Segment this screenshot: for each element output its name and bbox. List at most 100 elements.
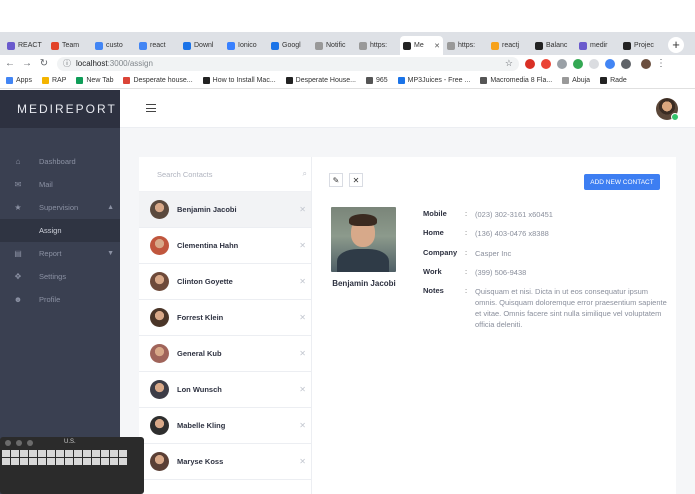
bookmark-item[interactable]: Rade — [600, 76, 627, 84]
contact-list-item[interactable]: Lon Wunsch ✕ — [139, 372, 311, 408]
bookmark-item[interactable]: Abuja — [562, 76, 590, 84]
keyboard-key[interactable] — [74, 450, 82, 457]
more-menu-icon[interactable]: ⋮ — [654, 58, 668, 69]
keyboard-key[interactable] — [11, 450, 19, 457]
sidebar-item-settings[interactable]: ✥ Settings — [0, 265, 120, 288]
keyboard-key[interactable] — [47, 458, 55, 465]
sidebar-item-dashboard[interactable]: ⌂ Dashboard — [0, 150, 120, 173]
keyboard-key[interactable] — [110, 458, 118, 465]
extension-icon[interactable] — [541, 58, 551, 69]
sidebar-item-profile[interactable]: ☻ Profile — [0, 288, 120, 311]
keyboard-key[interactable] — [2, 458, 10, 465]
add-new-contact-button[interactable]: ADD NEW CONTACT — [584, 174, 660, 190]
keyboard-key[interactable] — [11, 458, 19, 465]
info-icon[interactable]: ⓘ — [63, 58, 71, 69]
keyboard-key[interactable] — [56, 458, 64, 465]
keyboard-key[interactable] — [92, 450, 100, 457]
browser-tab[interactable]: Googl — [268, 36, 311, 55]
browser-tab[interactable]: Notific — [312, 36, 355, 55]
extension-icon[interactable] — [605, 58, 615, 69]
keyboard-key[interactable] — [47, 450, 55, 457]
extension-icon[interactable] — [525, 58, 535, 69]
browser-tab[interactable]: REACT — [4, 36, 47, 55]
browser-tab[interactable]: Balanc — [532, 36, 575, 55]
url-input[interactable]: ⓘ localhost :3000/assign ☆ — [57, 56, 519, 71]
new-tab-button[interactable]: + — [668, 37, 684, 53]
keyboard-key[interactable] — [110, 450, 118, 457]
window-close-icon[interactable] — [5, 440, 11, 446]
keyboard-key[interactable] — [119, 450, 127, 457]
remove-contact-icon[interactable]: ✕ — [299, 241, 306, 250]
contact-list-item[interactable]: Mabelle Kling ✕ — [139, 408, 311, 444]
bookmark-item[interactable]: 965 — [365, 76, 388, 84]
remove-contact-icon[interactable]: ✕ — [299, 421, 306, 430]
contact-list-item[interactable]: Benjamin Jacobi ✕ — [139, 192, 311, 228]
remove-contact-icon[interactable]: ✕ — [299, 349, 306, 358]
browser-tab[interactable]: https: — [356, 36, 399, 55]
bookmark-item[interactable]: New Tab — [76, 76, 113, 84]
browser-tab[interactable]: https: — [444, 36, 487, 55]
reload-icon[interactable]: ↻ — [37, 58, 51, 69]
sidebar-item-supervision[interactable]: ★ Supervision ▲ — [0, 196, 120, 219]
window-minimize-icon[interactable] — [16, 440, 22, 446]
remove-contact-icon[interactable]: ✕ — [299, 205, 306, 214]
browser-tab[interactable]: reactj — [488, 36, 531, 55]
browser-tab[interactable]: custo — [92, 36, 135, 55]
back-arrow-icon[interactable]: ← — [3, 58, 17, 69]
bookmark-star-icon[interactable]: ☆ — [505, 58, 513, 69]
keyboard-key[interactable] — [92, 458, 100, 465]
keyboard-key[interactable] — [20, 450, 28, 457]
keyboard-key[interactable] — [83, 458, 91, 465]
window-zoom-icon[interactable] — [27, 440, 33, 446]
keyboard-key[interactable] — [65, 458, 73, 465]
profile-avatar-icon[interactable] — [641, 58, 651, 69]
sidebar-item-report[interactable]: ▤ Report ▼ — [0, 242, 120, 265]
user-avatar[interactable] — [656, 98, 679, 121]
browser-tab[interactable]: Me ✕ — [400, 36, 443, 55]
extension-icon[interactable] — [557, 58, 567, 69]
bookmark-item[interactable]: Apps — [6, 76, 32, 84]
keyboard-key[interactable] — [101, 458, 109, 465]
browser-tab[interactable]: react — [136, 36, 179, 55]
bookmark-item[interactable]: How to Install Mac... — [202, 76, 276, 84]
bookmark-item[interactable]: Desperate house... — [123, 76, 193, 84]
keyboard-key[interactable] — [101, 450, 109, 457]
remove-contact-icon[interactable]: ✕ — [299, 277, 306, 286]
sidebar-item-assign[interactable]: Assign — [0, 219, 120, 242]
keyboard-key[interactable] — [29, 458, 37, 465]
bookmark-item[interactable]: RAP — [41, 76, 66, 84]
keyboard-key[interactable] — [74, 458, 82, 465]
contacts-search-input[interactable]: Search Contacts ⌕ — [139, 157, 311, 192]
keyboard-key[interactable] — [119, 458, 127, 465]
keyboard-key[interactable] — [2, 450, 10, 457]
keyboard-key[interactable] — [20, 458, 28, 465]
contact-list-item[interactable]: Clinton Goyette ✕ — [139, 264, 311, 300]
keyboard-key[interactable] — [83, 450, 91, 457]
extension-icon[interactable] — [589, 58, 599, 69]
bookmark-item[interactable]: Desperate House... — [285, 76, 356, 84]
bookmark-item[interactable]: MP3Juices - Free ... — [397, 76, 470, 84]
keyboard-key[interactable] — [56, 450, 64, 457]
contact-list-item[interactable]: Clementina Hahn ✕ — [139, 228, 311, 264]
extension-icon[interactable] — [621, 58, 631, 69]
hamburger-menu-icon[interactable] — [146, 104, 156, 112]
contact-list-item[interactable]: Maryse Koss ✕ — [139, 444, 311, 480]
remove-contact-icon[interactable]: ✕ — [299, 457, 306, 466]
forward-arrow-icon[interactable]: → — [20, 58, 34, 69]
tab-close-icon[interactable]: ✕ — [434, 42, 440, 50]
browser-tab[interactable]: Projec — [620, 36, 663, 55]
keyboard-key[interactable] — [29, 450, 37, 457]
sidebar-item-mail[interactable]: ✉ Mail — [0, 173, 120, 196]
remove-contact-icon[interactable]: ✕ — [299, 313, 306, 322]
keyboard-key[interactable] — [65, 450, 73, 457]
keyboard-key[interactable] — [38, 458, 46, 465]
browser-tab[interactable]: Downl — [180, 36, 223, 55]
contact-list-item[interactable]: Forrest Klein ✕ — [139, 300, 311, 336]
edit-button[interactable]: ✎ — [329, 173, 343, 187]
keyboard-key[interactable] — [38, 450, 46, 457]
browser-tab[interactable]: Team — [48, 36, 91, 55]
contact-list-item[interactable]: General Kub ✕ — [139, 336, 311, 372]
bookmark-item[interactable]: Macromedia 8 Fla... — [480, 76, 552, 84]
remove-contact-icon[interactable]: ✕ — [299, 385, 306, 394]
browser-tab[interactable]: Ionico — [224, 36, 267, 55]
